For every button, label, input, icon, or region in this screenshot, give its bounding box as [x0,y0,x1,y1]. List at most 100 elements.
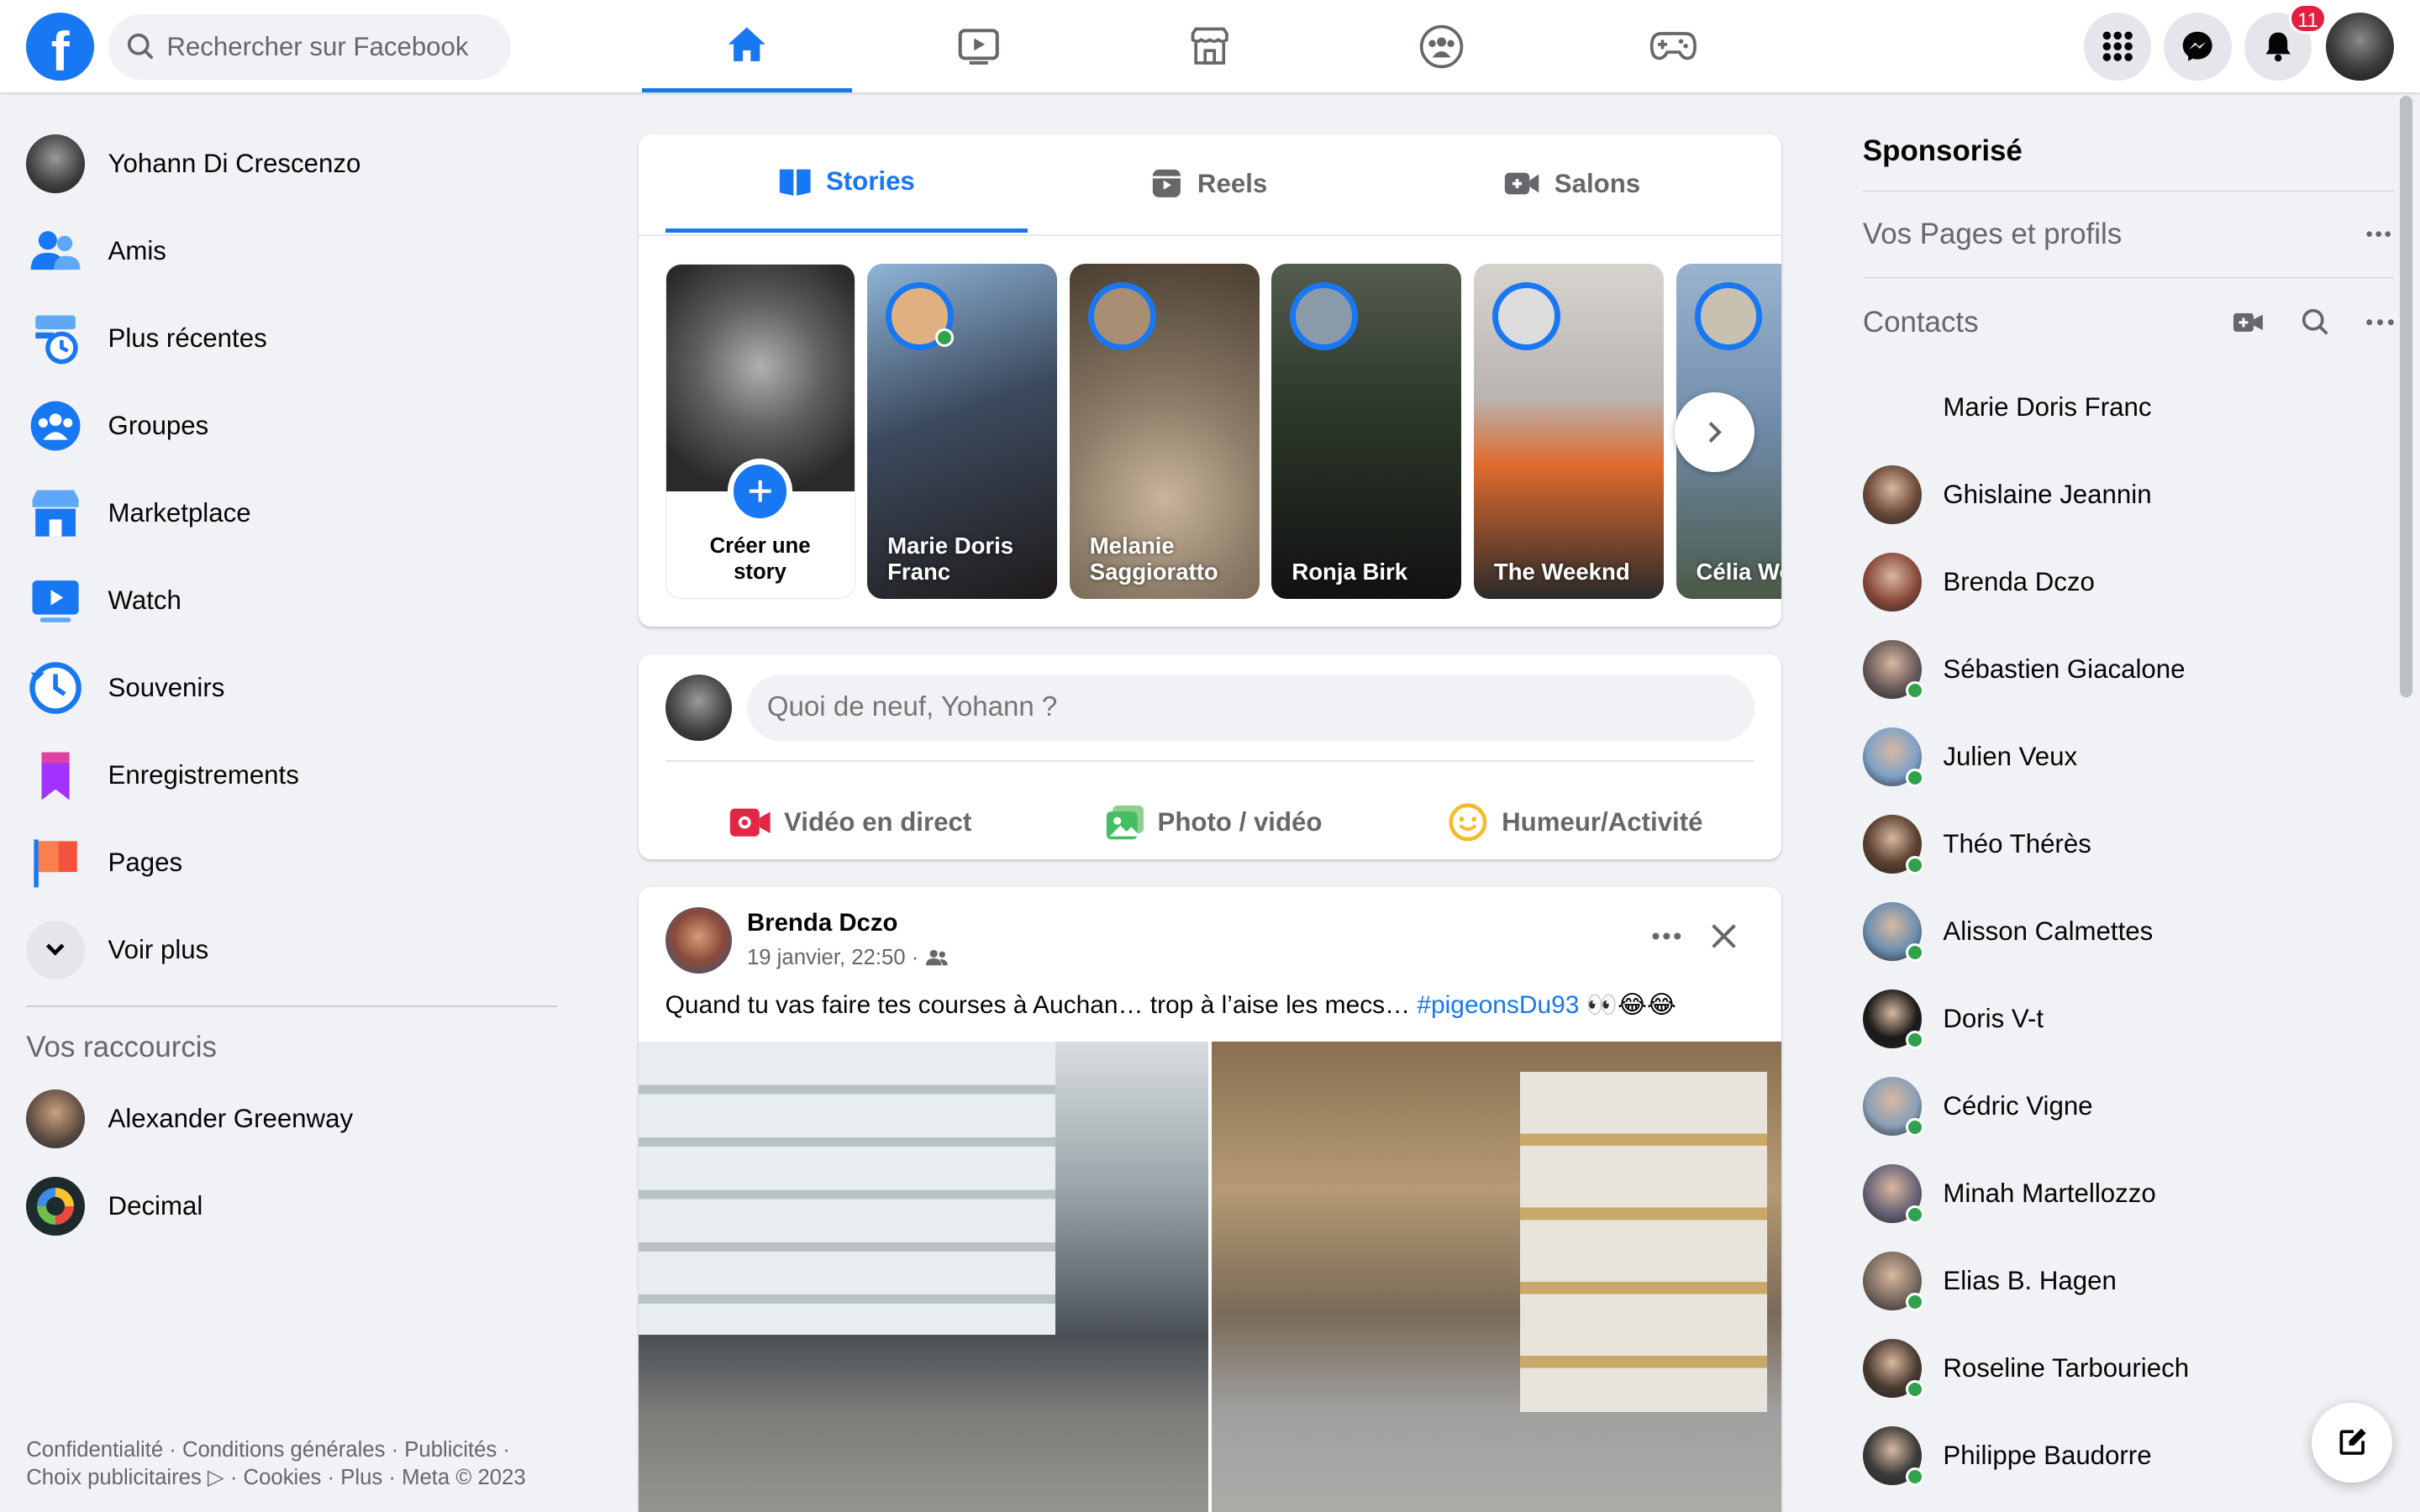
groups-icon [30,401,81,451]
messenger-button[interactable] [2164,12,2232,81]
sidebar-item-marketplace[interactable]: Marketplace [13,470,568,557]
contact-row[interactable]: Sébastien Giacalone [1862,626,2394,713]
post-emoji: 👀😂😂 [1586,991,1676,1020]
live-video-button[interactable]: Vidéo en direct [729,790,971,854]
shortcut-item[interactable]: Decimal [13,1163,568,1250]
sidebar-see-more[interactable]: Voir plus [13,906,568,994]
pages-title: Vos Pages et profils [1862,217,2123,250]
tab-reels[interactable]: Reels [1028,134,1391,234]
composer-input[interactable] [746,674,1755,741]
create-story-card[interactable]: Créer une story [665,264,855,599]
search-bar[interactable] [108,13,511,81]
contact-name: Alisson Calmettes [1943,916,2154,947]
photo-video-label: Photo / vidéo [1157,806,1323,837]
contact-row[interactable]: Théo Thérès [1862,801,2394,888]
left-sidebar: Yohann Di Crescenzo Amis Plus récentes G… [13,120,568,1250]
tab-gaming[interactable] [1568,0,1778,92]
post-timestamp[interactable]: 19 janvier, 22:50 · [747,946,918,970]
story-name: Célia Wolfsba [1696,558,1781,585]
tab-stories[interactable]: Stories [665,134,1028,234]
post-hashtag[interactable]: #pigeonsDu93 [1417,991,1579,1019]
more-icon[interactable] [2365,319,2394,326]
contact-row[interactable]: Minah Martellozzo [1862,1150,2394,1237]
photo-video-button[interactable]: Photo / vidéo [1105,790,1323,854]
stories-next-button[interactable] [1674,391,1755,472]
contact-name: Elias B. Hagen [1943,1265,2117,1295]
footer-links[interactable]: Confidentialité · Conditions générales ·… [26,1436,566,1492]
feeling-activity-button[interactable]: Humeur/Activité [1448,790,1703,854]
tab-groups[interactable] [1337,0,1547,92]
sidebar-item-saved[interactable]: Enregistrements [13,732,568,819]
page-scrollbar[interactable] [2396,92,2415,1512]
sidebar-item-friends[interactable]: Amis [13,207,568,295]
friends-audience-icon [926,950,949,966]
new-room-icon[interactable] [2233,312,2265,333]
contact-row[interactable]: Ghislaine Jeannin [1862,451,2394,538]
contact-row[interactable]: Marie Doris Franc [1863,364,2394,451]
account-avatar[interactable] [2325,12,2394,81]
watch-icon [32,580,79,622]
tab-divider [639,234,1781,236]
post-body: Quand tu vas faire tes courses à Auchan…… [665,991,1418,1020]
sidebar-item-groups[interactable]: Groupes [13,382,568,470]
menu-button[interactable] [2083,12,2152,81]
search-icon[interactable] [2302,308,2329,336]
contact-row[interactable]: Brenda Dczo [1862,538,2394,626]
sidebar-item-profile[interactable]: Yohann Di Crescenzo [13,120,568,207]
online-indicator [935,328,955,348]
contact-row[interactable]: Alisson Calmettes [1862,888,2394,975]
more-icon[interactable] [2366,231,2391,237]
post-text: Quand tu vas faire tes courses à Auchan…… [666,990,1757,1020]
online-indicator [1906,1031,1925,1050]
shortcut-item[interactable]: Alexander Greenway [13,1075,568,1163]
tab-watch[interactable] [874,0,1084,92]
post-options-button[interactable] [1639,909,1695,964]
facebook-logo[interactable]: f [26,12,95,81]
contact-row[interactable]: Doris V-t [1862,975,2394,1063]
new-message-button[interactable] [2312,1402,2392,1483]
story-card[interactable]: The Weeknd [1474,264,1664,599]
story-card[interactable]: Ronja Birk [1271,264,1462,599]
online-indicator [1906,1380,1925,1399]
post-author-avatar[interactable] [665,906,732,974]
story-card[interactable]: Melanie Saggioratto [1069,264,1260,599]
add-story-button[interactable] [728,459,793,524]
tab-marketplace[interactable] [1105,0,1315,92]
compose-icon [2339,1428,2366,1455]
contacts-title: Contacts [1862,305,1979,339]
notification-count-badge: 11 [2288,3,2328,34]
contact-name: Roseline Tarbouriech [1943,1352,2190,1383]
online-indicator [1906,1205,1925,1225]
sidebar-item-label: Marketplace [108,498,251,528]
contact-avatar [1862,465,1922,525]
post-hide-button[interactable] [1697,909,1752,964]
sidebar-item-watch[interactable]: Watch [13,557,568,644]
story-card[interactable]: Marie Doris Franc [867,264,1058,599]
friends-icon [30,231,81,270]
more-icon [1652,932,1681,940]
grid-menu-icon [2102,31,2133,61]
sidebar-item-label: Voir plus [108,934,209,964]
post-photo-2[interactable] [1211,1041,1781,1512]
profile-avatar [26,134,85,194]
recent-icon [35,315,78,365]
contact-row[interactable]: Julien Veux [1862,713,2394,801]
search-input[interactable] [166,32,476,62]
sidebar-item-pages[interactable]: Pages [13,819,568,906]
contact-row[interactable]: Roseline Tarbouriech [1862,1325,2394,1412]
stories-card: Stories Reels Salons Créer une story Mar… [639,134,1781,627]
contact-row[interactable]: Cédric Vigne [1862,1063,2394,1150]
composer-avatar[interactable] [665,674,732,741]
saved-icon [41,752,70,801]
home-icon [728,27,765,61]
tab-home[interactable] [642,0,852,93]
sidebar-item-memories[interactable]: Souvenirs [13,644,568,732]
feeling-activity-label: Humeur/Activité [1502,806,1703,837]
scrollbar-thumb[interactable] [2400,95,2412,698]
post-photo-1[interactable] [639,1041,1209,1512]
sidebar-item-recent[interactable]: Plus récentes [13,295,568,382]
post-author[interactable]: Brenda Dczo [747,909,898,937]
tab-rooms[interactable]: Salons [1391,134,1754,234]
post-meta: 19 janvier, 22:50 · [747,946,949,970]
contact-row[interactable]: Elias B. Hagen [1862,1237,2394,1325]
